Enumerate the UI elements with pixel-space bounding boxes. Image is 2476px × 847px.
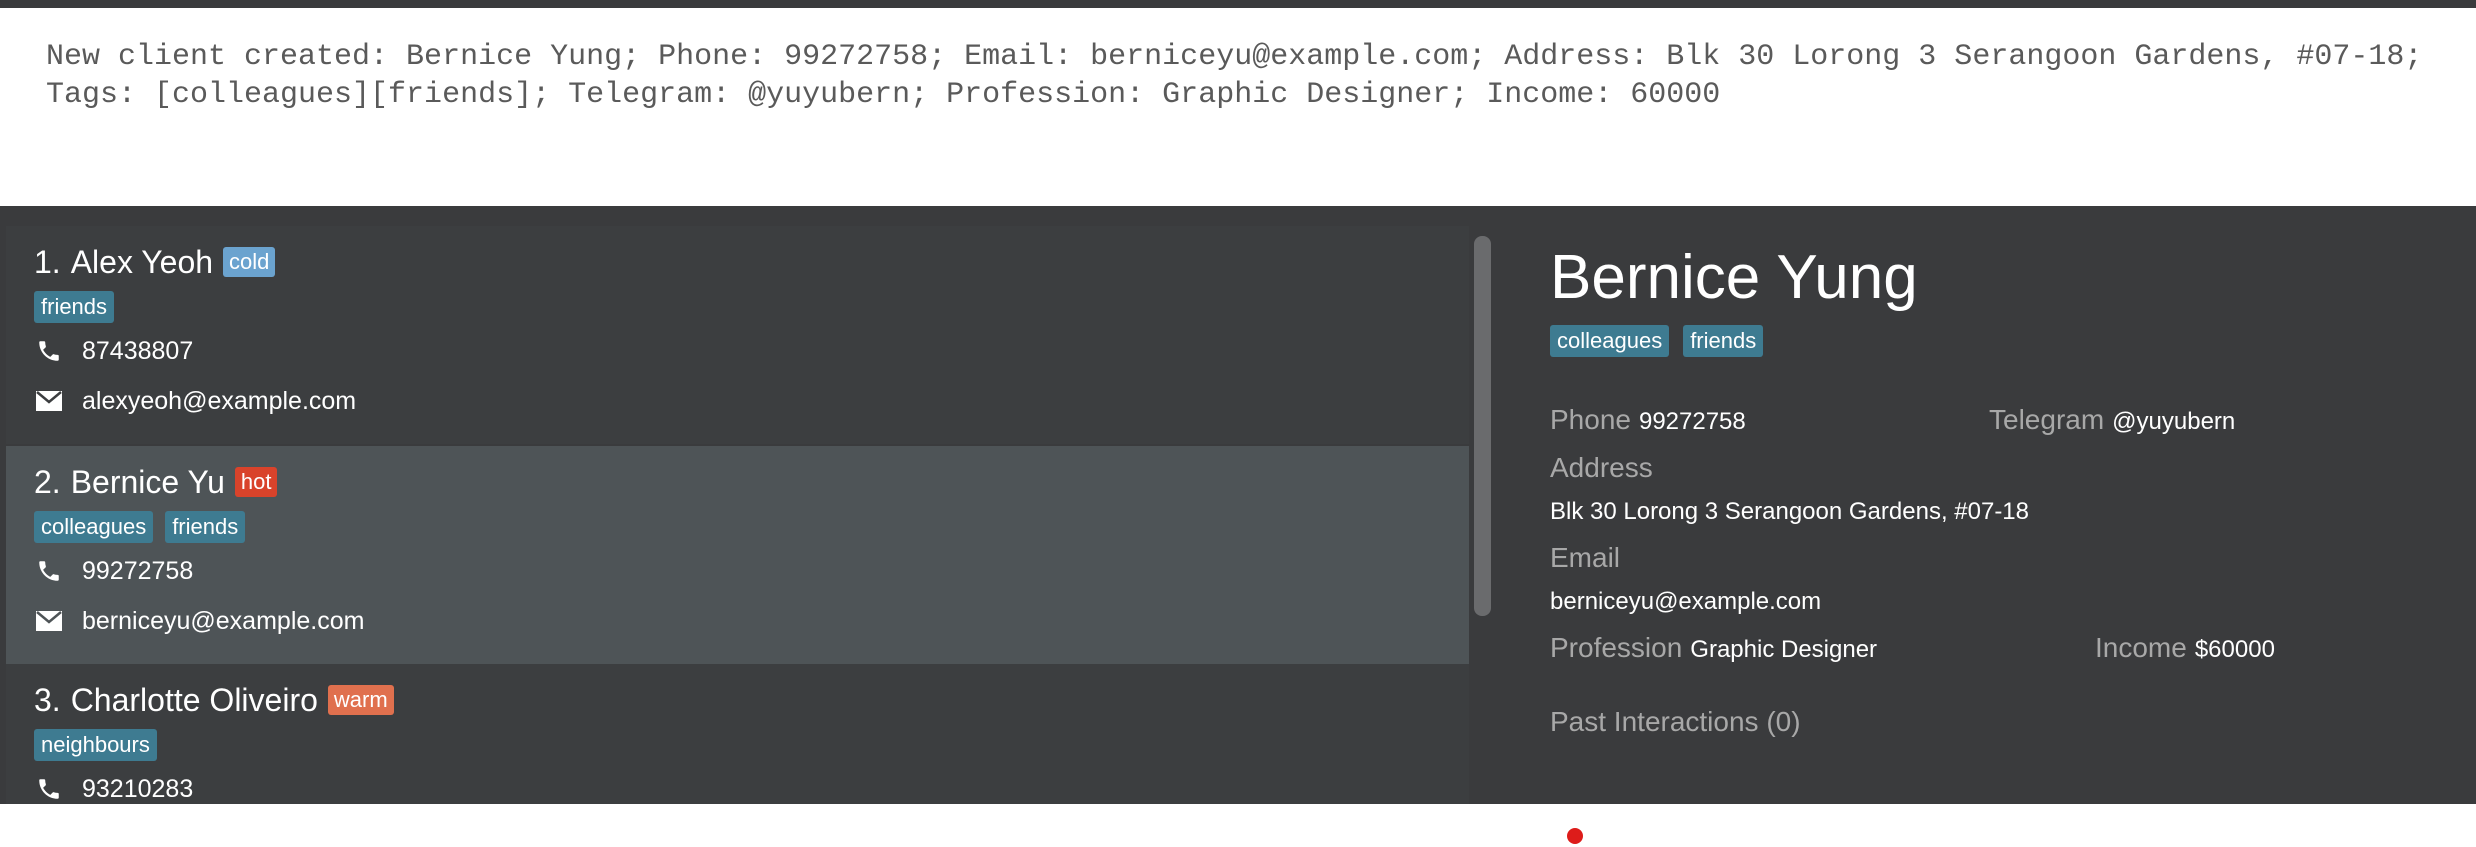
telegram-label: Telegram [1989, 404, 2105, 435]
client-email: alexyeoh@example.com [82, 386, 357, 415]
tag: neighbours [34, 729, 157, 761]
client-email: berniceyu@example.com [82, 606, 365, 635]
phone-icon [34, 336, 64, 366]
client-index: 1. [34, 243, 61, 280]
command-result-text: New client created: Bernice Yung; Phone:… [46, 40, 2441, 112]
client-phone-row: 87438807 [34, 326, 1469, 376]
client-card-title: 3. Charlotte Oliveiro warm [34, 678, 1469, 722]
tag: friends [165, 511, 246, 543]
envelope-icon [34, 386, 64, 416]
email-label: Email [1550, 542, 1621, 573]
client-name: Bernice Yu [70, 463, 225, 500]
detail-address-label-row: Address [1550, 452, 1661, 484]
client-index: 2. [34, 463, 61, 500]
phone-label: Phone [1550, 404, 1631, 435]
envelope-icon [34, 606, 64, 636]
divider [0, 206, 2476, 226]
command-result-display: New client created: Bernice Yung; Phone:… [6, 8, 2476, 206]
client-phone: 93210283 [82, 774, 194, 803]
detail-client-name: Bernice Yung [1550, 243, 1918, 312]
client-email-row: alexyeoh@example.com [34, 376, 1469, 426]
detail-tags: colleagues friends [1550, 322, 2476, 360]
phone-value: 99272758 [1638, 408, 1746, 435]
email-value: berniceyu@example.com [1550, 588, 1822, 615]
tag: colleagues [34, 511, 154, 543]
client-email-row: berniceyu@example.com [34, 596, 1469, 646]
tag: colleagues [1550, 325, 1670, 357]
client-list-panel[interactable]: 1. Alex Yeoh cold friends 87438807 alexy… [0, 226, 1470, 804]
profession-label: Profession [1550, 632, 1683, 663]
client-phone: 87438807 [82, 336, 194, 365]
client-index: 3. [34, 681, 61, 718]
client-card-title: 1. Alex Yeoh cold [34, 240, 1469, 284]
client-phone-row: 99272758 [34, 546, 1469, 596]
client-name: Alex Yeoh [70, 243, 214, 280]
client-name: Charlotte Oliveiro [70, 681, 318, 718]
client-card[interactable]: 1. Alex Yeoh cold friends 87438807 alexy… [6, 226, 1469, 444]
top-border [0, 0, 2476, 8]
bottom-area [0, 804, 2476, 847]
profession-value: Graphic Designer [1690, 636, 1878, 663]
client-card-title: 2. Bernice Yu hot [34, 460, 1469, 504]
client-tags: friends [34, 288, 1469, 326]
detail-past-interactions: Past Interactions (0) [1550, 706, 1809, 738]
tag: friends [1683, 325, 1764, 357]
phone-icon [34, 556, 64, 586]
status-badge: warm [327, 685, 394, 715]
detail-phone: Phone 99272758 [1550, 404, 1746, 436]
client-phone: 99272758 [82, 556, 194, 585]
detail-email-value-row: berniceyu@example.com [1550, 588, 1821, 616]
phone-icon [34, 774, 64, 804]
income-value: $60000 [2194, 636, 2275, 663]
scrollbar-thumb[interactable] [1474, 236, 1491, 616]
telegram-value: @yuyubern [2112, 408, 2236, 435]
detail-telegram: Telegram @yuyubern [1989, 404, 2235, 436]
address-value: Blk 30 Lorong 3 Serangoon Gardens, #07-1… [1550, 498, 2030, 525]
client-detail-panel: Bernice Yung colleagues friends Phone 99… [1492, 226, 2476, 804]
client-phone-row: 93210283 [34, 764, 1469, 804]
client-card-selected[interactable]: 2. Bernice Yu hot colleagues friends 992… [6, 446, 1469, 664]
detail-email-label-row: Email [1550, 542, 1628, 574]
status-badge: hot [234, 467, 278, 497]
detail-income: Income $60000 [2095, 632, 2275, 664]
income-label: Income [2095, 632, 2187, 663]
recording-indicator-icon [1567, 828, 1583, 844]
status-badge: cold [223, 247, 276, 277]
client-tags: colleagues friends [34, 508, 1469, 546]
client-card[interactable]: 3. Charlotte Oliveiro warm neighbours 93… [6, 664, 1469, 804]
past-interactions-label: Past Interactions (0) [1550, 706, 1801, 737]
tag: friends [34, 291, 115, 323]
address-label: Address [1550, 452, 1653, 483]
detail-profession: Profession Graphic Designer [1550, 632, 1877, 664]
detail-address-value-row: Blk 30 Lorong 3 Serangoon Gardens, #07-1… [1550, 498, 2029, 526]
client-tags: neighbours [34, 726, 1469, 764]
